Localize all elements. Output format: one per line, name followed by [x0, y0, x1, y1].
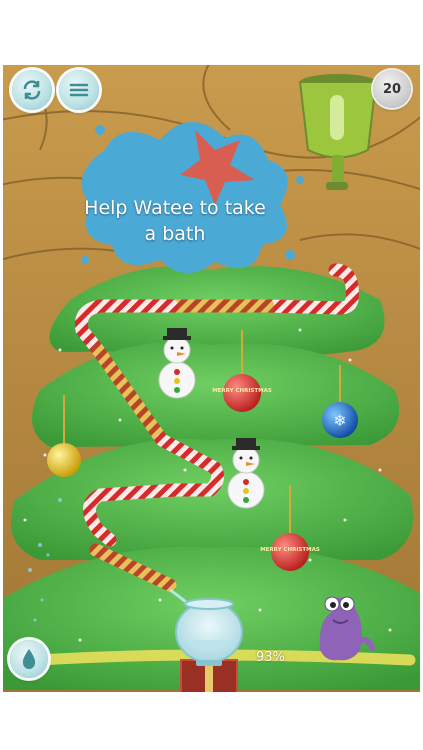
- restart-button[interactable]: [12, 70, 52, 110]
- tutorial-message: Help Watee to take a bath: [84, 197, 266, 245]
- water-drop-icon: [22, 649, 36, 669]
- game-board: ❄: [0, 0, 423, 750]
- water-drop-button[interactable]: [10, 640, 48, 678]
- moves-counter: 20: [373, 70, 411, 108]
- restart-arrows-icon: [23, 80, 41, 100]
- menu-lines-icon: [69, 83, 89, 97]
- game-scene: ❄ 20 Help Watee to take a bath MERRY CHR…: [0, 0, 423, 750]
- svg-text:❄: ❄: [333, 411, 346, 430]
- fill-percent-label: 93%: [256, 650, 285, 665]
- menu-button[interactable]: [59, 70, 99, 110]
